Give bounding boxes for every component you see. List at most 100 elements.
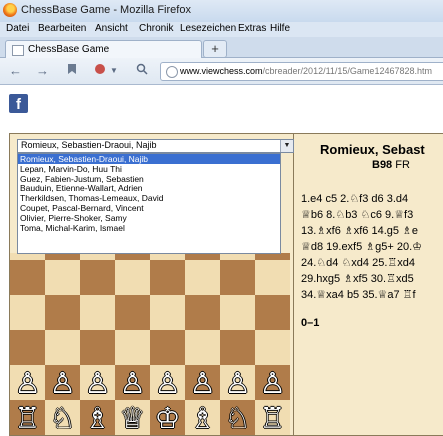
navigation-bar: ← → ▼ www.viewchess.com/cbreader/2012/11… <box>0 58 443 85</box>
chess-viewer: Romieux, Sebastien-Draoui, Najib ▼ Romie… <box>9 133 443 436</box>
menu-chronik[interactable]: Chronik <box>139 23 173 34</box>
white-piece[interactable]: ♙ <box>10 365 45 400</box>
url-text: www.viewchess.com/cbreader/2012/11/15/Ga… <box>180 66 432 76</box>
event-label: FR <box>395 159 410 171</box>
white-piece[interactable]: ♙ <box>220 365 255 400</box>
chess-board[interactable]: ♙ ♙ ♙ ♙ ♙ ♙ ♙ ♙ ♖ ♘ ♗ ♕ ♔ ♗ ♘ ♖ <box>10 253 292 435</box>
white-piece[interactable]: ♘ <box>220 400 255 435</box>
moves-line[interactable]: 13.♗xf6 ♗xf6 14.g5 ♗e <box>301 224 418 237</box>
dropdown-option[interactable]: Olivier, Pierre-Shoker, Samy <box>18 213 280 223</box>
board-square[interactable] <box>150 253 185 260</box>
moves-line[interactable]: ♕d8 19.exf5 ♗g5+ 20.♔ <box>301 240 422 253</box>
back-button[interactable]: ← <box>9 63 22 78</box>
moves-line[interactable]: ♕b6 8.♘b3 ♘c6 9.♕f3 <box>301 208 413 221</box>
menu-lesezeichen[interactable]: Lesezeichen <box>180 23 236 34</box>
firefox-icon <box>3 3 17 17</box>
white-piece[interactable]: ♙ <box>185 365 220 400</box>
white-piece[interactable]: ♙ <box>150 365 185 400</box>
game-select-value: Romieux, Sebastien-Draoui, Najib <box>21 140 157 150</box>
page-icon <box>12 45 24 56</box>
board-square[interactable] <box>150 330 185 365</box>
board-square[interactable] <box>115 253 150 260</box>
white-piece[interactable]: ♔ <box>150 400 185 435</box>
board-square[interactable] <box>150 295 185 330</box>
white-piece[interactable]: ♘ <box>45 400 80 435</box>
bookmark-icon[interactable] <box>66 63 78 78</box>
board-square[interactable] <box>115 330 150 365</box>
dropdown-option[interactable]: Coupet, Pascal-Bernard, Vincent <box>18 203 280 213</box>
dropdown-option[interactable]: Bauduin, Etienne-Wallart, Adrien <box>18 183 280 193</box>
addon-icon[interactable] <box>94 63 106 78</box>
chevron-down-icon[interactable]: ▼ <box>110 66 118 75</box>
dropdown-option[interactable]: Lepan, Marvin-Do, Huu Thi <box>18 164 280 174</box>
players-heading: Romieux, Sebast <box>320 142 425 157</box>
board-square[interactable] <box>220 330 255 365</box>
menu-hilfe[interactable]: Hilfe <box>270 23 290 34</box>
board-square[interactable] <box>45 260 80 295</box>
dropdown-option[interactable]: Romieux, Sebastien-Draoui, Najib <box>18 154 280 164</box>
board-square[interactable] <box>45 295 80 330</box>
board-square[interactable] <box>185 330 220 365</box>
menu-bearbeiten[interactable]: Bearbeiten <box>38 23 86 34</box>
white-piece[interactable]: ♗ <box>80 400 115 435</box>
board-square[interactable] <box>80 330 115 365</box>
board-square[interactable] <box>220 253 255 260</box>
board-square[interactable] <box>220 295 255 330</box>
board-square[interactable] <box>255 260 290 295</box>
page-content: f Romieux, Sebastien-Draoui, Najib ▼ Rom… <box>0 85 443 436</box>
white-piece[interactable]: ♗ <box>185 400 220 435</box>
white-piece[interactable]: ♖ <box>10 400 45 435</box>
eco-code: B98 <box>372 159 393 171</box>
new-tab-button[interactable]: + <box>203 40 227 58</box>
board-square[interactable] <box>255 295 290 330</box>
board-square[interactable] <box>185 260 220 295</box>
white-piece[interactable]: ♙ <box>115 365 150 400</box>
board-square[interactable] <box>80 260 115 295</box>
white-piece[interactable]: ♕ <box>115 400 150 435</box>
tab-chessbase-game[interactable]: ChessBase Game <box>5 40 202 58</box>
board-square[interactable] <box>115 260 150 295</box>
chevron-down-icon[interactable]: ▼ <box>280 140 293 152</box>
board-square[interactable] <box>10 253 45 260</box>
moves-line[interactable]: 34.♕xa4 b5 35.♕a7 ♖f <box>301 288 416 301</box>
board-square[interactable] <box>10 330 45 365</box>
eco-line: B98 FR <box>372 159 410 171</box>
white-piece[interactable]: ♙ <box>255 365 290 400</box>
forward-button[interactable]: → <box>36 63 49 78</box>
board-square[interactable] <box>45 330 80 365</box>
dropdown-option[interactable]: Therkildsen, Thomas-Lemeaux, David <box>18 193 280 203</box>
dropdown-option[interactable]: Guez, Fabien-Justum, Sebastien <box>18 174 280 184</box>
white-piece[interactable]: ♙ <box>80 365 115 400</box>
board-square[interactable] <box>45 253 80 260</box>
board-square[interactable] <box>10 295 45 330</box>
address-bar[interactable]: www.viewchess.com/cbreader/2012/11/15/Ga… <box>160 62 443 81</box>
board-square[interactable] <box>220 260 255 295</box>
menu-bar: Datei Bearbeiten Ansicht Chronik Lesezei… <box>0 22 443 37</box>
tab-strip: ChessBase Game + <box>0 37 443 58</box>
board-square[interactable] <box>150 260 185 295</box>
board-square[interactable] <box>10 260 45 295</box>
title-bar: ChessBase Game - Mozilla Firefox <box>0 0 443 23</box>
board-square[interactable] <box>255 253 290 260</box>
board-square[interactable] <box>80 253 115 260</box>
board-square[interactable] <box>115 295 150 330</box>
board-square[interactable] <box>185 295 220 330</box>
moves-line[interactable]: 1.e4 c5 2.♘f3 d6 3.d4 <box>301 192 408 205</box>
dropdown-option[interactable]: Toma, Michal-Karim, Ismael <box>18 223 280 233</box>
facebook-icon[interactable]: f <box>9 94 28 113</box>
game-select[interactable]: Romieux, Sebastien-Draoui, Najib ▼ <box>17 139 294 153</box>
board-square[interactable] <box>255 330 290 365</box>
white-piece[interactable]: ♙ <box>45 365 80 400</box>
menu-datei[interactable]: Datei <box>6 23 29 34</box>
board-square[interactable] <box>80 295 115 330</box>
menu-ansicht[interactable]: Ansicht <box>95 23 128 34</box>
menu-extras[interactable]: Extras <box>238 23 266 34</box>
moves-line[interactable]: 24.♘d4 ♘xd4 25.♖xd4 <box>301 256 415 269</box>
tab-label: ChessBase Game <box>28 44 110 55</box>
white-piece[interactable]: ♖ <box>255 400 290 435</box>
board-square[interactable] <box>185 253 220 260</box>
magnifier-icon[interactable] <box>136 63 148 78</box>
game-result: 0–1 <box>301 317 320 329</box>
moves-line[interactable]: 29.hxg5 ♗xf5 30.♖xd5 <box>301 272 414 285</box>
board-panel: Romieux, Sebastien-Draoui, Najib ▼ Romie… <box>10 134 294 435</box>
